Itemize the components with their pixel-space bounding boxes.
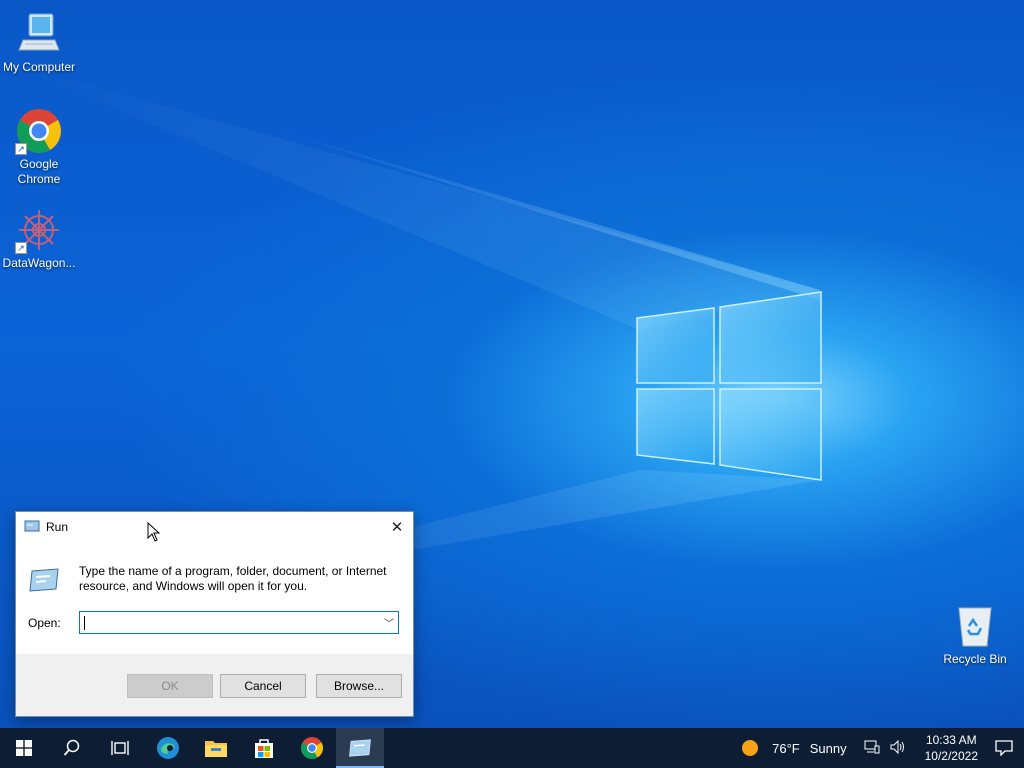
folder-icon [205,741,227,757]
desktop-icon-label: Google Chrome [17,157,61,186]
ok-button[interactable]: OK [127,674,213,698]
run-titlebar[interactable]: Run [16,512,413,542]
search-button[interactable] [48,728,96,768]
desktop-icon-label: Recycle Bin [943,652,1007,666]
volume-icon[interactable] [890,739,906,757]
run-dialog: Run ✕ Type the name of a program, folder… [15,511,414,717]
run-icon [349,739,371,757]
system-tray: 76°F Sunny 10:33 AM 10/2/2022 [742,728,1024,768]
taskbar-edge[interactable] [144,728,192,768]
close-button[interactable]: ✕ [381,512,413,542]
sun-icon [742,740,759,756]
run-description: Type the name of a program, folder, docu… [79,564,387,593]
run-body: Type the name of a program, folder, docu… [16,542,413,654]
store-icon [255,739,273,758]
taskbar-store[interactable] [240,728,288,768]
notification-icon [995,740,1013,756]
chrome-icon: ↗ [15,107,63,155]
desktop-icon-label: My Computer [2,60,76,74]
taskbar-chrome[interactable] [288,728,336,768]
desktop-icon-my-computer[interactable]: My Computer [0,10,78,75]
clock[interactable]: 10:33 AM 10/2/2022 [925,732,978,764]
run-icon [28,567,60,596]
computer-icon [15,10,63,58]
shortcut-arrow-icon: ↗ [15,242,27,254]
recycle-bin-icon [951,602,999,650]
windows-start-icon [16,740,32,756]
cancel-button[interactable]: Cancel [220,674,306,698]
clock-time: 10:33 AM [925,733,977,747]
close-icon: ✕ [390,519,404,536]
task-view-button[interactable] [96,728,144,768]
mouse-cursor-icon [147,522,161,542]
clock-date: 10/2/2022 [924,749,978,763]
windows-logo [636,291,822,481]
edge-icon [157,737,179,759]
search-icon [63,739,80,756]
taskbar: 76°F Sunny 10:33 AM 10/2/2022 [0,728,1024,768]
run-small-icon [24,519,40,536]
weather-condition: Sunny [809,740,847,756]
desktop-icon-datawagon[interactable]: ↗ DataWagon... [0,206,78,271]
chevron-down-icon[interactable]: ﹀ [384,615,394,630]
desktop-icon-label: DataWagon... [2,256,76,270]
open-label: Open: [28,616,61,630]
run-title: Run [46,520,69,534]
task-view-icon [111,741,129,755]
network-icon[interactable] [864,740,880,757]
weather-temp: 76°F [772,740,800,756]
chrome-icon [301,737,323,759]
run-footer: OK Cancel Browse... [16,654,413,716]
start-button[interactable] [0,728,48,768]
taskbar-file-explorer[interactable] [192,728,240,768]
weather-widget[interactable]: 76°F Sunny [742,740,847,756]
shortcut-arrow-icon: ↗ [15,143,27,155]
taskbar-run[interactable] [336,728,384,768]
browse-button[interactable]: Browse... [316,674,402,698]
notification-button[interactable] [984,728,1024,768]
text-caret [84,615,85,630]
datawagon-icon: ↗ [15,206,63,254]
open-input[interactable]: ﹀ [79,611,399,634]
desktop-icon-google-chrome[interactable]: ↗ Google Chrome [0,107,78,187]
desktop-icon-recycle-bin[interactable]: Recycle Bin [936,602,1014,667]
